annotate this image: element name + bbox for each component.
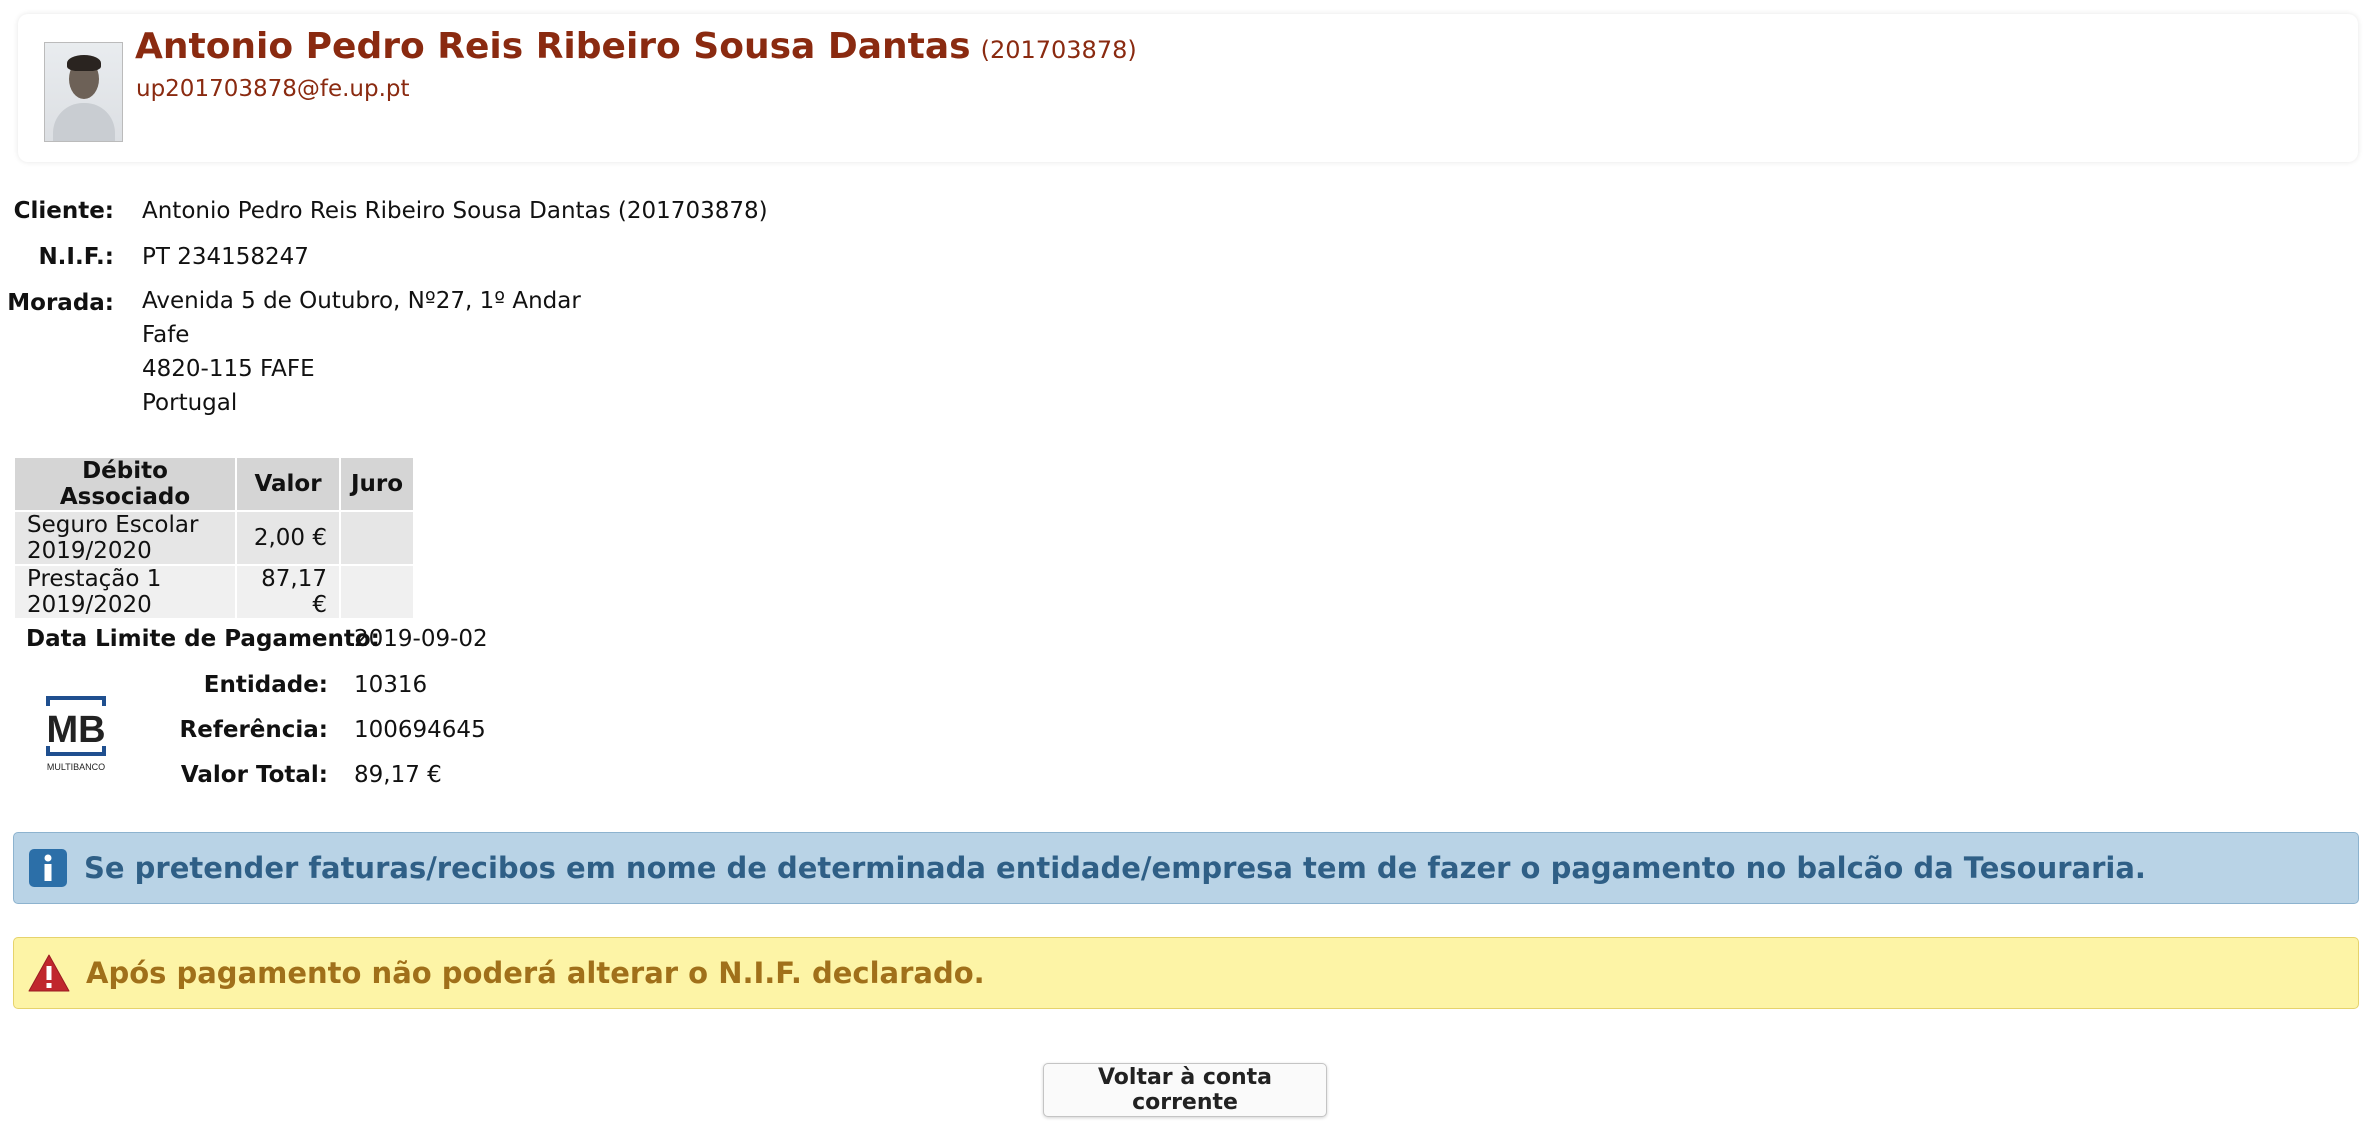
debt-value: 87,17 € (237, 566, 339, 618)
debt-value: 2,00 € (237, 512, 339, 564)
debt-description: Prestação 1 2019/2020 (15, 566, 235, 618)
address-line: Portugal (142, 390, 238, 416)
info-alert: Se pretender faturas/recibos em nome de … (13, 832, 2359, 904)
deadline-value: 2019-09-02 (354, 626, 488, 652)
nif-value: PT 234158247 (142, 244, 309, 270)
logo-caption: MULTIBANCO (47, 762, 105, 772)
multibanco-logo: MB MULTIBANCO (46, 696, 106, 772)
cliente-label: Cliente: (13, 198, 114, 224)
entity-label: Entidade: (203, 672, 328, 698)
table-header-row: Débito Associado Valor Juro (15, 458, 414, 510)
column-header-juro: Juro (341, 458, 414, 510)
debt-interest (341, 566, 414, 618)
warning-alert: Após pagamento não poderá alterar o N.I.… (13, 937, 2359, 1009)
total-value: 89,17 € (354, 762, 442, 788)
table-row: Seguro Escolar 2019/2020 2,00 € (15, 512, 414, 564)
info-alert-text: Se pretender faturas/recibos em nome de … (84, 851, 2146, 885)
info-icon (28, 848, 68, 888)
reference-label: Referência: (179, 717, 328, 743)
student-number: (201703878) (980, 36, 1137, 64)
table-row: Prestação 1 2019/2020 87,17 € (15, 566, 414, 618)
nif-label: N.I.F.: (38, 244, 114, 270)
morada-value: Avenida 5 de Outubro, Nº27, 1º Andar Faf… (142, 284, 581, 420)
reference-value: 100694645 (354, 717, 486, 743)
entity-value: 10316 (354, 672, 428, 698)
address-line: 4820-115 FAFE (142, 356, 315, 382)
debt-table: Débito Associado Valor Juro Seguro Escol… (13, 456, 415, 620)
back-to-account-button[interactable]: Voltar à conta corrente (1043, 1063, 1327, 1117)
user-avatar (44, 42, 123, 142)
address-line: Avenida 5 de Outubro, Nº27, 1º Andar (142, 288, 581, 314)
warning-alert-text: Após pagamento não poderá alterar o N.I.… (86, 956, 985, 990)
user-email[interactable]: up201703878@fe.up.pt (136, 76, 410, 102)
cliente-value: Antonio Pedro Reis Ribeiro Sousa Dantas … (142, 198, 768, 224)
logo-text: MB (46, 709, 105, 751)
morada-label: Morada: (7, 290, 114, 316)
debt-description: Seguro Escolar 2019/2020 (15, 512, 235, 564)
column-header-valor: Valor (237, 458, 339, 510)
user-name-text: Antonio Pedro Reis Ribeiro Sousa Dantas (135, 26, 971, 67)
warning-triangle-icon (28, 953, 70, 993)
column-header-debito: Débito Associado (15, 458, 235, 510)
debt-interest (341, 512, 414, 564)
deadline-label: Data Limite de Pagamento: (26, 626, 380, 652)
total-label: Valor Total: (180, 762, 328, 788)
user-name: Antonio Pedro Reis Ribeiro Sousa Dantas (… (135, 26, 1137, 67)
address-line: Fafe (142, 322, 190, 348)
